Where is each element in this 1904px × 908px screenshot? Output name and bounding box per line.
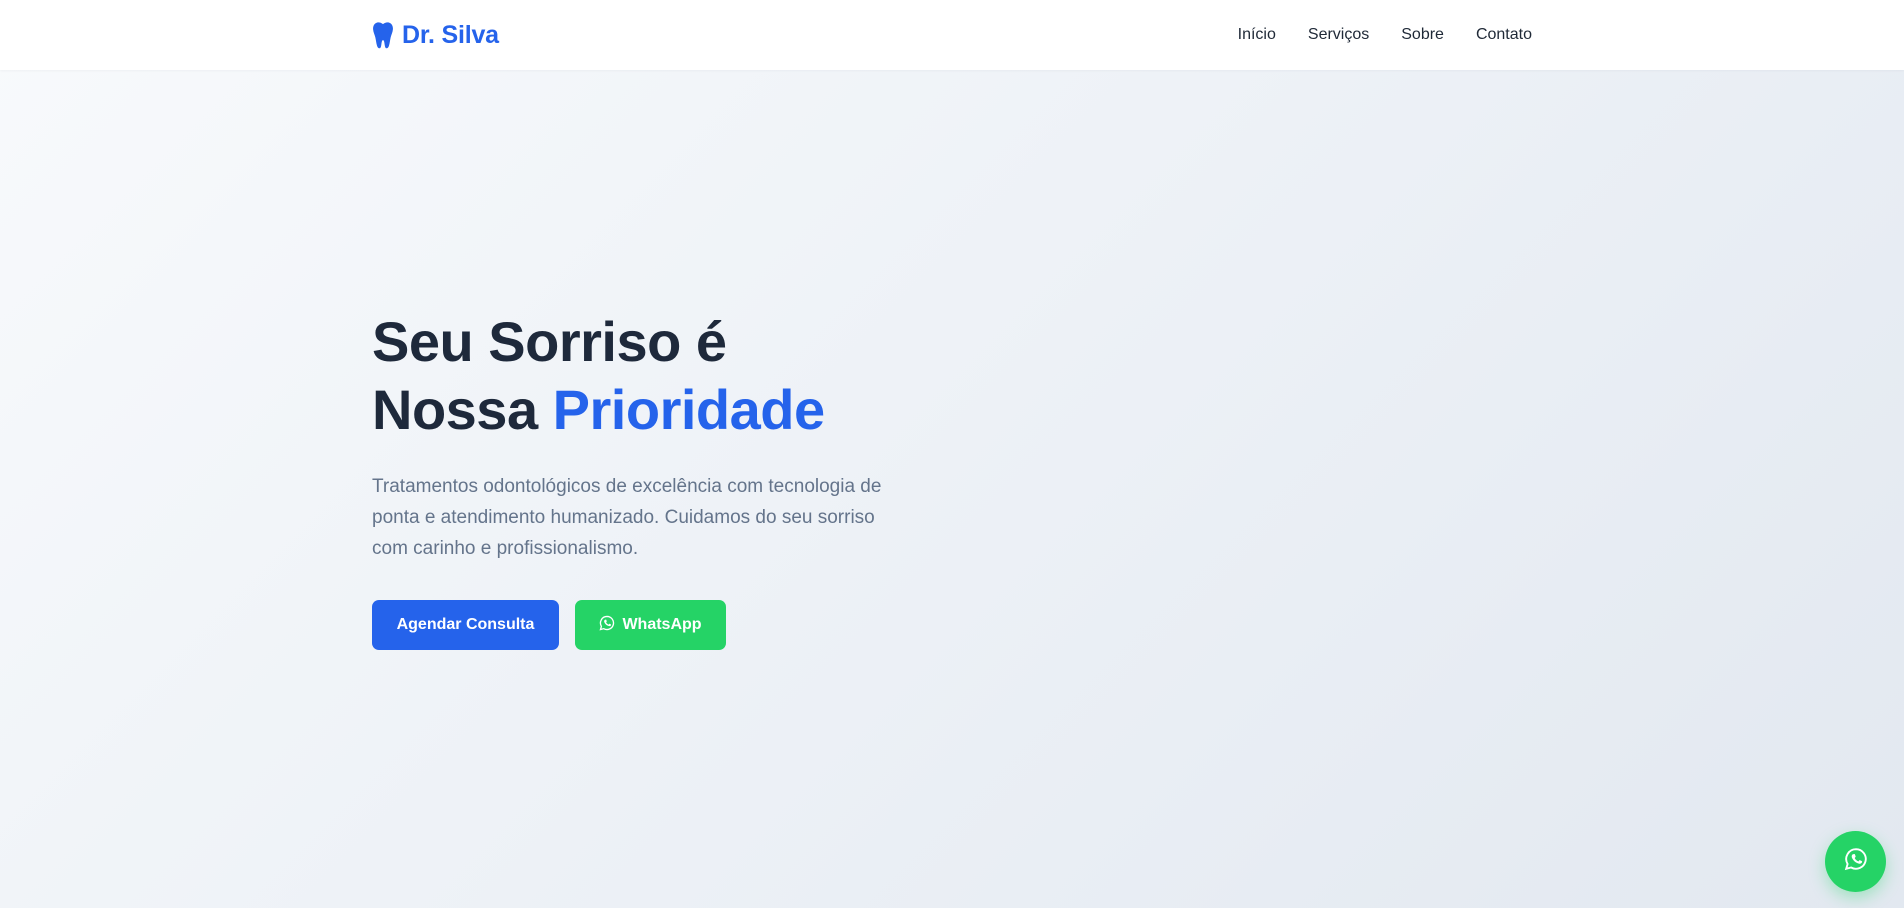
tooth-icon xyxy=(372,21,394,49)
nav-link-sobre[interactable]: Sobre xyxy=(1401,26,1444,44)
whatsapp-icon xyxy=(1844,847,1868,876)
schedule-appointment-button[interactable]: Agendar Consulta xyxy=(372,600,559,650)
nav-link-servicos[interactable]: Serviços xyxy=(1308,26,1369,44)
hero-title-accent: Prioridade xyxy=(552,378,825,441)
hero-description: Tratamentos odontológicos de excelência … xyxy=(372,476,882,559)
hero-title: Seu Sorriso é Nossa Prioridade xyxy=(372,308,932,444)
main-nav: Início Serviços Sobre Contato xyxy=(1238,26,1532,44)
brand-logo[interactable]: Dr. Silva xyxy=(372,21,499,50)
hero-actions: Agendar Consulta WhatsApp xyxy=(372,600,932,650)
schedule-appointment-label: Agendar Consulta xyxy=(396,616,535,633)
nav-link-contato[interactable]: Contato xyxy=(1476,26,1532,44)
whatsapp-icon xyxy=(599,615,615,636)
navbar: Dr. Silva Início Serviços Sobre Contato xyxy=(0,0,1904,70)
whatsapp-button[interactable]: WhatsApp xyxy=(575,600,726,650)
hero-title-line2-prefix: Nossa xyxy=(372,378,538,441)
hero-section: Seu Sorriso é Nossa Prioridade Tratament… xyxy=(372,308,932,650)
navbar-inner: Dr. Silva Início Serviços Sobre Contato xyxy=(372,0,1532,70)
floating-whatsapp-button[interactable] xyxy=(1825,831,1886,892)
whatsapp-button-label: WhatsApp xyxy=(622,616,702,633)
nav-link-inicio[interactable]: Início xyxy=(1238,26,1276,44)
brand-name: Dr. Silva xyxy=(402,20,499,49)
hero-title-line1: Seu Sorriso é xyxy=(372,310,727,373)
